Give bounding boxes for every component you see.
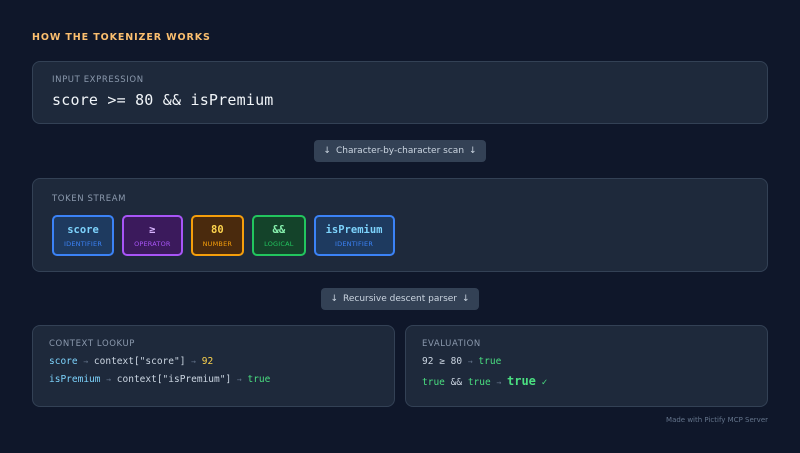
- context-lookup-expr: context["score"]: [93, 356, 186, 367]
- token-type: LOGICAL: [264, 239, 294, 248]
- step-parser-label: Recursive descent parser: [342, 294, 458, 304]
- input-expression-label: INPUT EXPRESSION: [52, 75, 144, 85]
- input-expression-panel: INPUT EXPRESSION score >= 80 && isPremiu…: [32, 61, 768, 124]
- eval-left: true: [422, 377, 445, 388]
- token-type: NUMBER: [202, 239, 233, 248]
- check-icon: ✓: [541, 377, 548, 388]
- token-value: score: [67, 223, 99, 236]
- input-expression-value: score >= 80 && isPremium: [52, 91, 274, 109]
- context-line-1: score → context["score"] → 92: [49, 356, 378, 367]
- context-lookup-expr: context["isPremium"]: [116, 374, 232, 385]
- step-parser-badge: ↓ Recursive descent parser ↓: [321, 288, 479, 310]
- footer-credit: Made with Pictify MCP Server: [666, 416, 768, 424]
- token-value: isPremium: [325, 223, 383, 236]
- eval-left: 92: [422, 356, 434, 367]
- arrow-right-icon: →: [467, 357, 473, 366]
- token-value: ≥: [149, 223, 156, 236]
- token-value: &&: [272, 223, 286, 236]
- arrow-down-icon: ↓: [330, 294, 338, 304]
- eval-operator: &&: [450, 377, 463, 388]
- eval-right: true: [467, 377, 491, 388]
- eval-result: true: [478, 356, 502, 367]
- token-type: IDENTIFIER: [64, 239, 103, 248]
- context-lookup-label: CONTEXT LOOKUP: [49, 339, 136, 349]
- token-chip: isPremium IDENTIFIER: [313, 215, 395, 256]
- arrow-down-icon: ↓: [323, 146, 331, 156]
- token-value: 80: [211, 223, 224, 236]
- token-type: OPERATOR: [134, 239, 171, 248]
- context-result: 92: [201, 356, 214, 367]
- evaluation-panel: EVALUATION 92 ≥ 80 → true true && true →…: [405, 325, 768, 407]
- context-identifier: isPremium: [49, 374, 101, 385]
- arrow-down-icon: ↓: [462, 294, 470, 304]
- context-lookup-panel: CONTEXT LOOKUP score → context["score"] …: [32, 325, 395, 407]
- evaluation-label: EVALUATION: [422, 339, 481, 349]
- token-chip: ≥ OPERATOR: [122, 215, 183, 256]
- arrow-right-icon: →: [83, 357, 89, 366]
- arrow-down-icon: ↓: [469, 146, 477, 156]
- context-result: true: [247, 374, 271, 385]
- arrow-right-icon: →: [496, 378, 502, 387]
- token-stream-label: TOKEN STREAM: [52, 194, 127, 204]
- arrow-right-icon: →: [106, 375, 112, 384]
- token-stream-panel: TOKEN STREAM score IDENTIFIER ≥ OPERATOR…: [32, 178, 768, 272]
- eval-operator: ≥: [439, 356, 445, 367]
- token-list: score IDENTIFIER ≥ OPERATOR 80 NUMBER &&…: [52, 215, 748, 256]
- token-chip: score IDENTIFIER: [52, 215, 115, 256]
- arrow-right-icon: →: [236, 375, 242, 384]
- token-type: IDENTIFIER: [335, 239, 374, 248]
- step-scan-badge: ↓ Character-by-character scan ↓: [314, 140, 486, 162]
- eval-final-result: true: [507, 374, 536, 388]
- context-line-2: isPremium → context["isPremium"] → true: [49, 374, 378, 385]
- context-identifier: score: [49, 356, 78, 367]
- eval-right: 80: [450, 356, 463, 367]
- page-title: HOW THE TOKENIZER WORKS: [32, 32, 211, 43]
- evaluation-line-1: 92 ≥ 80 → true: [422, 356, 751, 367]
- arrow-right-icon: →: [191, 357, 196, 366]
- evaluation-line-2: true && true → true ✓: [422, 374, 751, 388]
- step-scan-label: Character-by-character scan: [335, 146, 465, 156]
- token-chip: 80 NUMBER: [190, 215, 245, 256]
- token-chip: && LOGICAL: [252, 215, 306, 256]
